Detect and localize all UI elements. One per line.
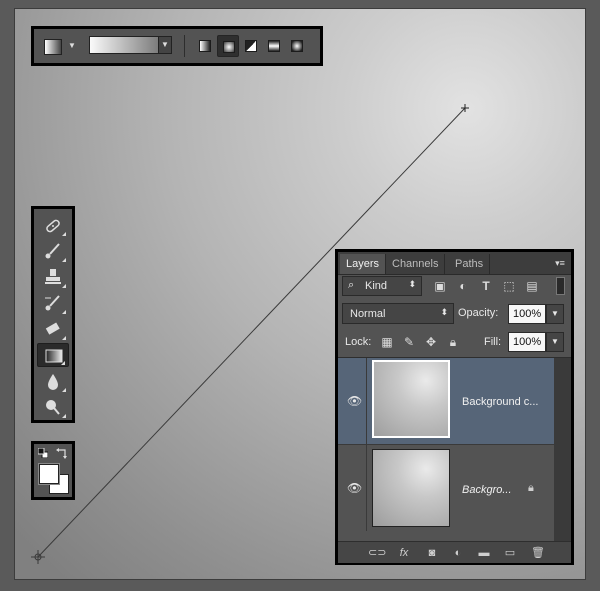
lock-icon: 🔒︎ bbox=[528, 482, 534, 494]
history-brush-icon[interactable] bbox=[37, 291, 69, 315]
reflected-gradient-icon[interactable] bbox=[263, 35, 285, 57]
fill-label: Fill: bbox=[484, 336, 502, 348]
options-separator bbox=[184, 35, 185, 57]
tab-paths[interactable]: Paths bbox=[449, 254, 491, 274]
link-layers-icon[interactable]: ⊂⊃ bbox=[368, 545, 386, 561]
row-divider bbox=[366, 358, 367, 444]
shape-filter-icon[interactable]: ⬚ bbox=[501, 278, 517, 294]
angle-gradient-icon[interactable] bbox=[240, 35, 262, 57]
new-group-icon[interactable]: ▬ bbox=[476, 545, 492, 561]
panel-menu-icon[interactable]: ▾≡ bbox=[552, 255, 568, 271]
lock-image-icon[interactable]: ✎ bbox=[401, 334, 417, 350]
kind-filter-select[interactable]: ⌕ Kind ⬍ bbox=[342, 276, 422, 296]
spot-healing-brush-icon[interactable] bbox=[37, 213, 69, 237]
tab-channels[interactable]: Channels bbox=[386, 254, 446, 274]
fill-dropdown[interactable]: ▼ bbox=[546, 332, 564, 352]
filter-toggle-switch[interactable] bbox=[556, 277, 565, 295]
opacity-label: Opacity: bbox=[458, 307, 499, 319]
lock-label: Lock: bbox=[345, 336, 372, 348]
lock-transparent-icon[interactable]: ▦ bbox=[379, 334, 395, 350]
fill-value: 100% bbox=[513, 336, 542, 348]
fx-icon[interactable]: fx bbox=[396, 545, 412, 561]
image-filter-icon[interactable]: ▣ bbox=[432, 278, 448, 294]
kind-filter-label: Kind bbox=[365, 280, 388, 292]
layers-panel-tabbar: Layers Channels Paths ▾≡ bbox=[338, 252, 571, 275]
lock-position-icon[interactable]: ✥ bbox=[423, 334, 439, 350]
lock-all-icon[interactable]: 🔒︎ bbox=[445, 334, 461, 350]
foreground-color-swatch[interactable] bbox=[39, 464, 59, 484]
chevron-down-icon[interactable]: ▼ bbox=[68, 41, 76, 50]
layers-panel: Layers Channels Paths ▾≡ ⌕ Kind ⬍ ▣ ◐ T … bbox=[335, 249, 574, 565]
linear-gradient-icon[interactable] bbox=[194, 35, 216, 57]
gradient-picker[interactable] bbox=[89, 36, 169, 54]
blur-icon[interactable] bbox=[37, 369, 69, 393]
search-icon: ⌕ bbox=[348, 279, 355, 291]
opacity-dropdown[interactable]: ▼ bbox=[546, 304, 564, 324]
adjustment-layer-icon[interactable]: ◐ bbox=[450, 545, 466, 561]
blend-mode-select[interactable]: Normal ⬍ bbox=[342, 303, 454, 324]
type-filter-icon[interactable]: T bbox=[478, 278, 494, 294]
diamond-gradient-icon[interactable] bbox=[286, 35, 308, 57]
gradient-picker-dropdown[interactable]: ▼ bbox=[158, 36, 172, 54]
layer-thumbnail[interactable] bbox=[372, 449, 450, 527]
blend-mode-value: Normal bbox=[350, 308, 386, 320]
chevron-updown-icon: ⬍ bbox=[440, 307, 448, 317]
adjustment-filter-icon[interactable]: ◐ bbox=[455, 278, 471, 294]
opacity-input[interactable]: 100% bbox=[508, 304, 546, 324]
layers-panel-footer: ⊂⊃ fx ◙ ◐ ▬ ▭ 🗑︎ bbox=[338, 541, 571, 563]
layers-scrollbar[interactable] bbox=[554, 358, 571, 541]
visibility-eye-icon[interactable]: 👁︎ bbox=[347, 481, 362, 495]
gradient-tool-icon[interactable] bbox=[37, 343, 69, 367]
tools-panel bbox=[31, 206, 75, 423]
eraser-icon[interactable] bbox=[37, 317, 69, 341]
color-swatches bbox=[31, 441, 75, 500]
add-mask-icon[interactable]: ◙ bbox=[424, 545, 440, 561]
dodge-icon[interactable] bbox=[37, 395, 69, 419]
swap-colors-icon[interactable] bbox=[56, 447, 68, 459]
trash-icon[interactable]: 🗑︎ bbox=[530, 545, 546, 561]
gradient-preset-swatch-icon[interactable] bbox=[44, 39, 62, 55]
tab-layers[interactable]: Layers bbox=[340, 254, 387, 274]
visibility-eye-icon[interactable]: 👁︎ bbox=[347, 394, 362, 408]
smart-object-filter-icon[interactable]: ▤ bbox=[524, 278, 540, 294]
layer-name[interactable]: Backgro... bbox=[462, 484, 512, 496]
chevron-updown-icon: ⬍ bbox=[408, 279, 416, 289]
opacity-value: 100% bbox=[513, 308, 542, 320]
fill-input[interactable]: 100% bbox=[508, 332, 546, 352]
brush-icon[interactable] bbox=[37, 239, 69, 263]
gradient-options-bar: ▼ ▼ bbox=[31, 26, 323, 66]
clone-stamp-icon[interactable] bbox=[37, 265, 69, 289]
row-divider bbox=[366, 445, 367, 531]
layer-row-background-copy[interactable]: 👁︎ Background c... bbox=[338, 358, 554, 444]
default-colors-icon[interactable] bbox=[38, 448, 48, 458]
layer-row-background[interactable]: 👁︎ Backgro... 🔒︎ bbox=[338, 444, 554, 531]
layer-name[interactable]: Background c... bbox=[462, 396, 538, 408]
new-layer-icon[interactable]: ▭ bbox=[502, 545, 518, 561]
radial-gradient-icon[interactable] bbox=[217, 35, 239, 57]
layer-thumbnail[interactable] bbox=[372, 360, 450, 438]
